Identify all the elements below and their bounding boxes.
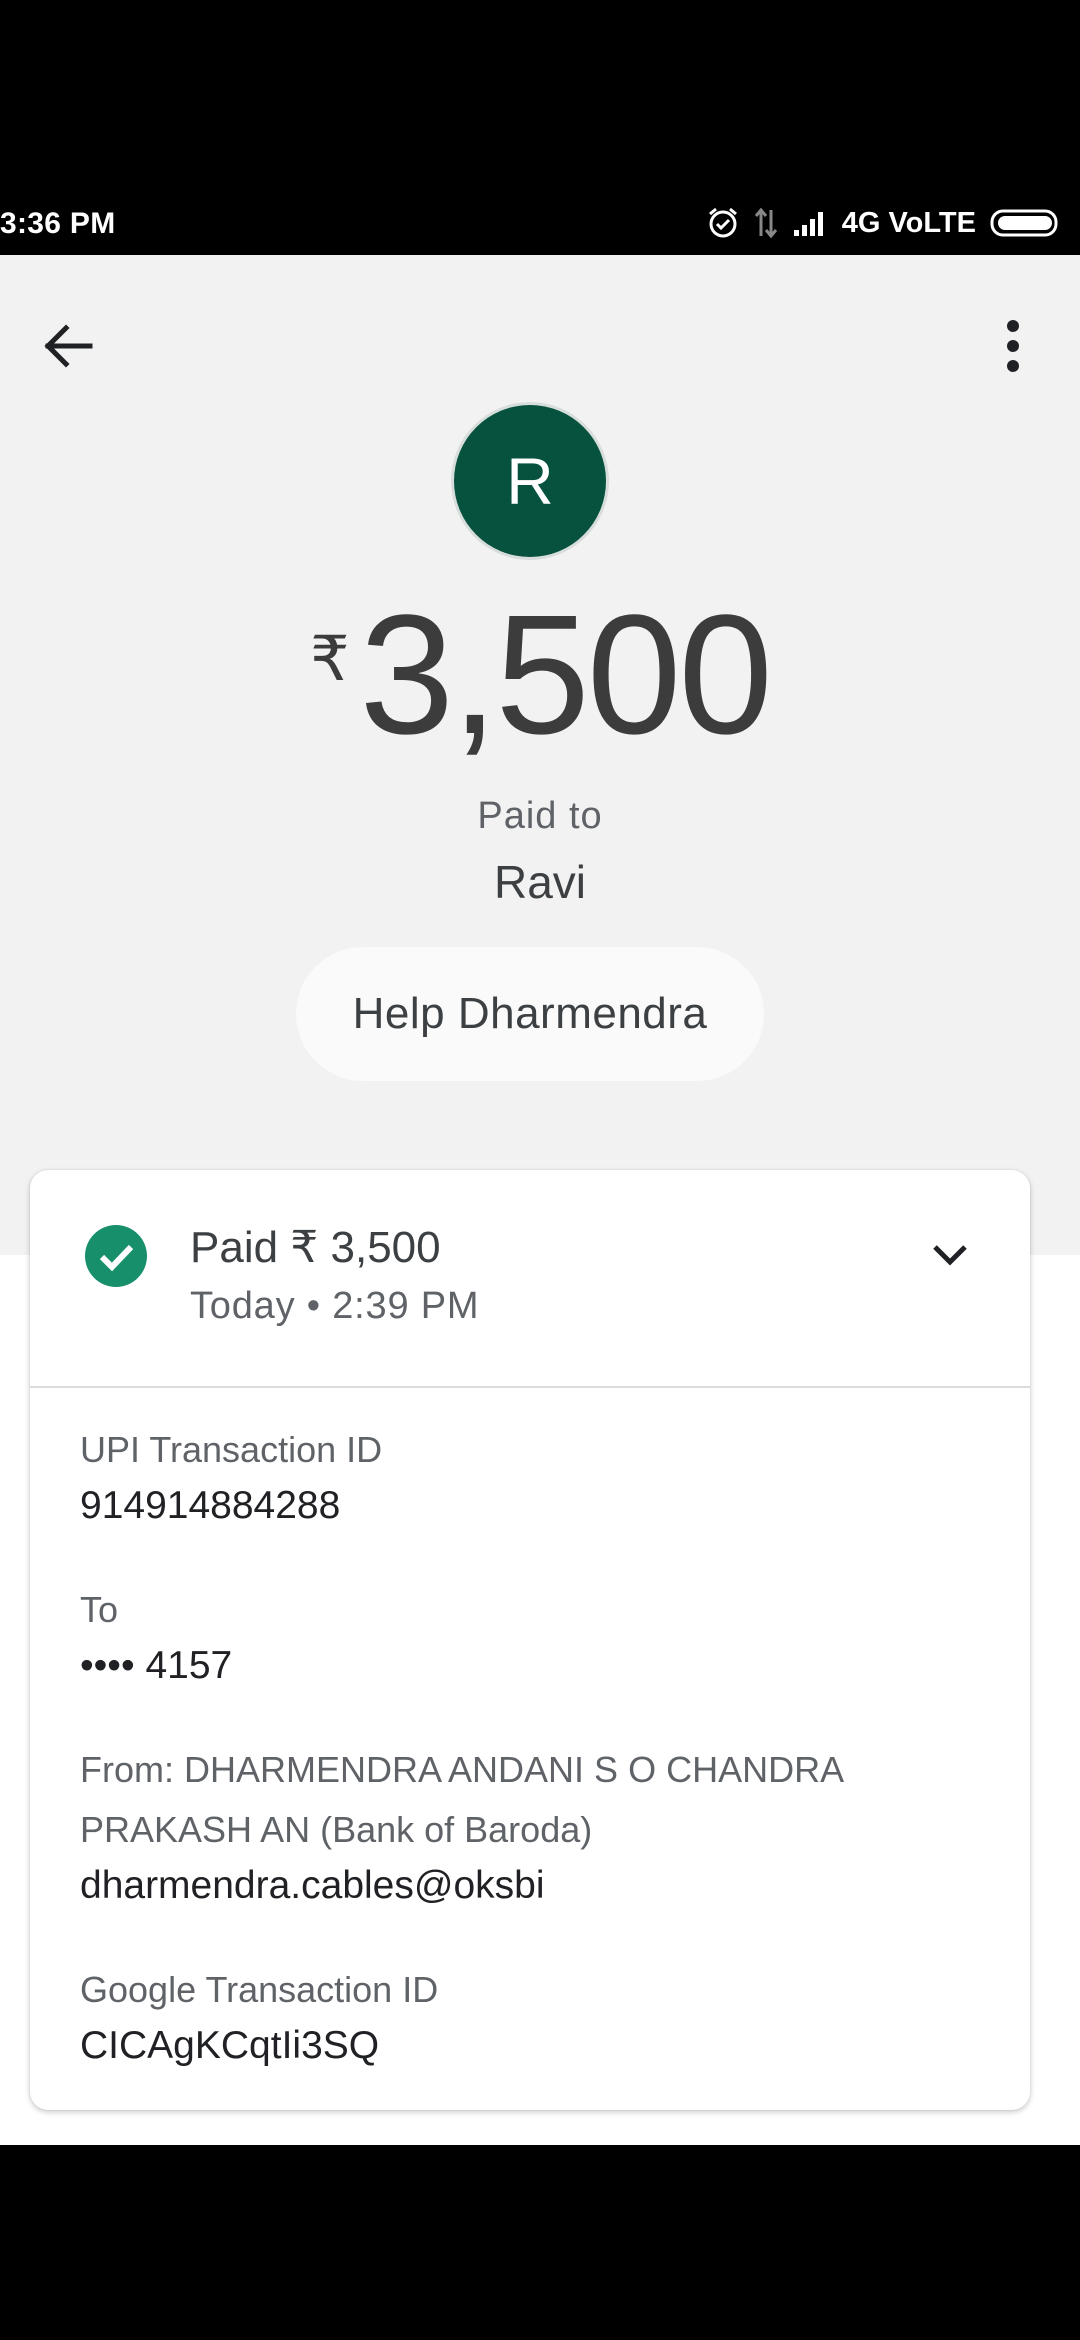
to-label: To	[80, 1589, 119, 1630]
more-vert-icon	[1007, 320, 1019, 372]
data-transfer-icon	[754, 206, 778, 240]
chevron-down-icon[interactable]	[925, 1230, 975, 1280]
avatar: R	[454, 405, 606, 557]
status-time: 3:36 PM	[0, 207, 116, 240]
from-label-line1: From: DHARMENDRA ANDANI S O CHANDRA	[80, 1749, 845, 1790]
upi-transaction-id-label: UPI Transaction ID	[80, 1429, 383, 1470]
avatar-letter: R	[506, 444, 554, 518]
transaction-card: Paid ₹ 3,500 Today • 2:39 PM UPI Transac…	[30, 1170, 1030, 2110]
currency-symbol: ₹	[310, 625, 350, 694]
amount-value: 3,500	[359, 580, 773, 770]
payee-name: Ravi	[493, 856, 587, 908]
help-button[interactable]: Help Dharmendra	[296, 947, 764, 1081]
network-type: 4G VoLTE	[841, 206, 976, 239]
alarm-icon	[706, 206, 740, 240]
to-account-value: •••• 4157	[80, 1644, 233, 1687]
payment-datetime: Today • 2:39 PM	[190, 1285, 480, 1327]
from-upi-value: dharmendra.cables@oksbi	[80, 1864, 545, 1907]
transaction-details-screen: R ₹ 3,500 Paid to Ravi Help Dharmendra P…	[0, 255, 1080, 2145]
signal-icon	[792, 208, 828, 238]
status-bar: 3:36 PM 4G VoLTE	[0, 0, 1080, 255]
check-circle-icon	[85, 1225, 147, 1287]
status-icons: 4G VoLTE	[706, 203, 1062, 243]
battery-icon	[990, 207, 1062, 239]
system-navigation-area	[0, 2145, 1080, 2340]
paid-to-label: Paid to	[477, 795, 603, 837]
amount-display: ₹ 3,500	[0, 590, 1080, 760]
from-label-line2: PRAKASH AN (Bank of Baroda)	[80, 1809, 593, 1850]
google-transaction-id-value: CICAgKCqtIi3SQ	[80, 2024, 380, 2067]
more-options-button[interactable]	[975, 308, 1051, 384]
transaction-status-row[interactable]: Paid ₹ 3,500 Today • 2:39 PM	[30, 1170, 1030, 1388]
payment-status: Paid ₹ 3,500	[190, 1223, 441, 1272]
back-button[interactable]	[30, 308, 106, 384]
upi-transaction-id-value: 914914884288	[80, 1484, 341, 1527]
google-transaction-id-label: Google Transaction ID	[80, 1969, 439, 2010]
arrow-back-icon	[44, 324, 93, 368]
